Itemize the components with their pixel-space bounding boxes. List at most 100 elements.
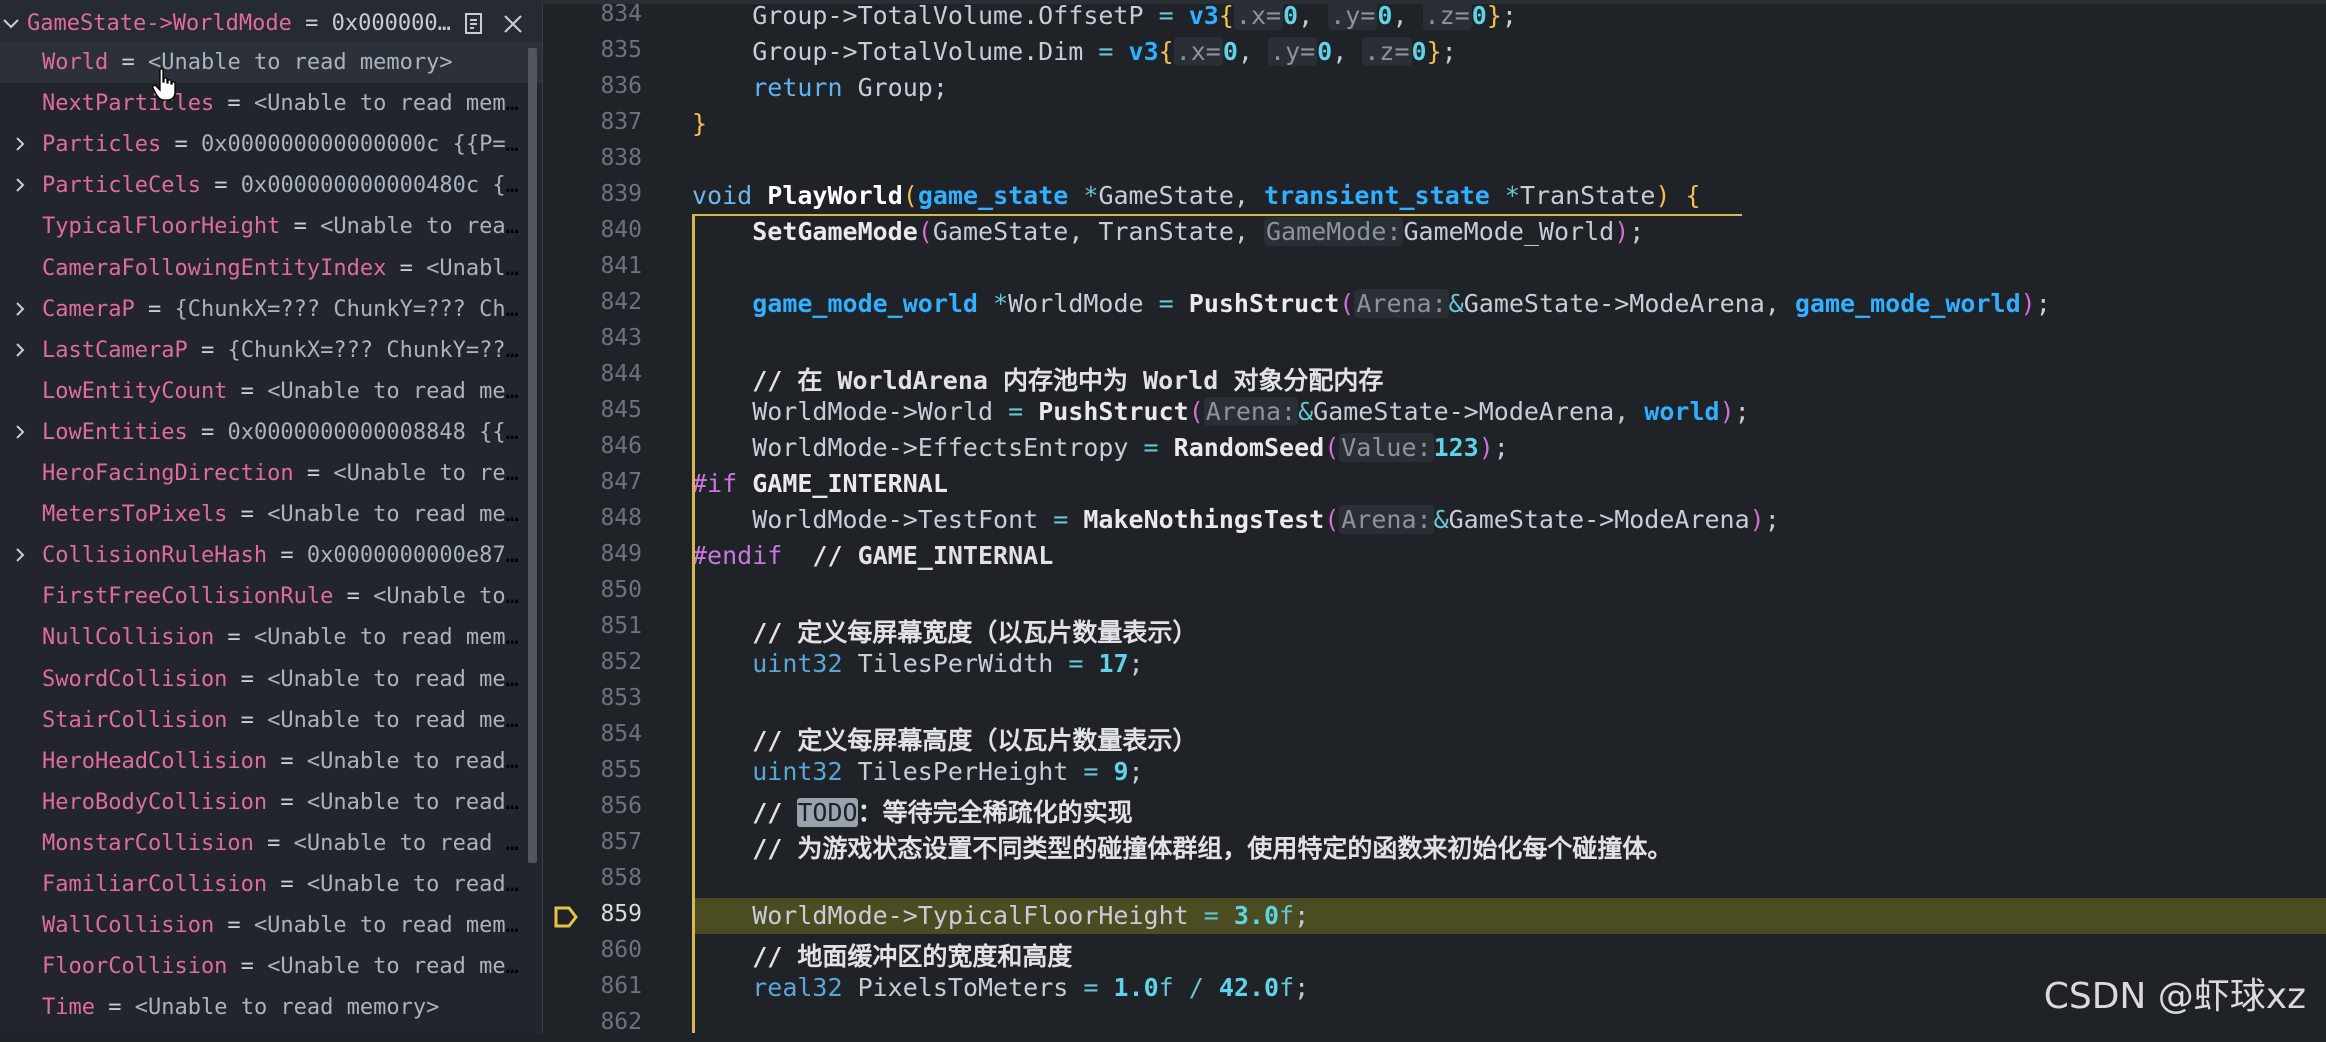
code-token: ): [1478, 433, 1494, 462]
line-number[interactable]: 843: [542, 325, 642, 351]
line-number[interactable]: 844: [542, 361, 642, 387]
code-line[interactable]: 858: [542, 862, 2326, 898]
code-line[interactable]: 842 game_mode_world *WorldMode = PushStr…: [542, 286, 2326, 322]
code-line[interactable]: 853: [542, 682, 2326, 718]
code-editor[interactable]: 834 Group->TotalVolume.OffsetP = v3{.x=0…: [542, 0, 2326, 1035]
code-line[interactable]: 839 void PlayWorld(game_state *GameState,…: [542, 178, 2326, 214]
watch-item[interactable]: World = <Unable to read memory>: [0, 42, 542, 83]
watch-item[interactable]: CameraFollowingEntityIndex = <Unable…: [0, 248, 542, 289]
line-number[interactable]: 856: [542, 793, 642, 819]
code-line[interactable]: 854 // 定义每屏幕高度（以瓦片数量表示）: [542, 718, 2326, 755]
code-line[interactable]: 843: [542, 322, 2326, 358]
watch-item[interactable]: CameraP = {ChunkX=??? ChunkY=??? Chu…: [0, 289, 542, 330]
line-number[interactable]: 837: [542, 109, 642, 135]
code-line[interactable]: 841: [542, 250, 2326, 286]
chevron-right-icon[interactable]: [12, 424, 28, 440]
code-line[interactable]: 850: [542, 574, 2326, 610]
close-icon[interactable]: [502, 13, 524, 35]
code-line[interactable]: 844 // 在 WorldArena 内存池中为 World 对象分配内存: [542, 358, 2326, 395]
watch-item[interactable]: FirstFreeCollisionRule = <Unable to …: [0, 576, 542, 617]
watch-item[interactable]: NullCollision = <Unable to read memo…: [0, 617, 542, 658]
code-line[interactable]: 834 Group->TotalVolume.OffsetP = v3{.x=0…: [542, 0, 2326, 34]
code-line[interactable]: 845 WorldMode->World = PushStruct(Arena:…: [542, 394, 2326, 430]
line-number[interactable]: 861: [542, 973, 642, 999]
code-line[interactable]: 849 #endif // GAME_INTERNAL: [542, 538, 2326, 574]
code-token: // 在 WorldArena 内存池中为 World 对象分配内存: [692, 366, 1384, 395]
line-number[interactable]: 838: [542, 145, 642, 171]
copy-value-icon[interactable]: [462, 12, 486, 36]
watch-item[interactable]: SwordCollision = <Unable to read mem…: [0, 659, 542, 700]
line-number[interactable]: 850: [542, 577, 642, 603]
watch-item[interactable]: WallCollision = <Unable to read memo…: [0, 905, 542, 946]
watch-item-value: 0x0000000000e877…: [306, 543, 532, 569]
watch-item[interactable]: LowEntityCount = <Unable to read mem…: [0, 371, 542, 412]
code-line[interactable]: 838: [542, 142, 2326, 178]
line-number[interactable]: 839: [542, 181, 642, 207]
code-line[interactable]: 852 uint32 TilesPerWidth = 17;: [542, 646, 2326, 682]
watch-item[interactable]: HeroHeadCollision = <Unable to read …: [0, 741, 542, 782]
chevron-right-icon[interactable]: [12, 301, 28, 317]
chevron-right-icon[interactable]: [12, 136, 28, 152]
watch-item[interactable]: TypicalFloorHeight = <Unable to read…: [0, 206, 542, 247]
code-line[interactable]: 846 WorldMode->EffectsEntropy = RandomSe…: [542, 430, 2326, 466]
watch-expression[interactable]: GameState->WorldMode = 0x000000…: [27, 11, 457, 36]
line-number[interactable]: 855: [542, 757, 642, 783]
watch-item[interactable]: LowEntities = 0x0000000000008848 {{S…: [0, 412, 542, 453]
line-number[interactable]: 836: [542, 73, 642, 99]
watch-item[interactable]: MonstarCollision = <Unable to read m…: [0, 823, 542, 864]
watch-item[interactable]: CollisionRuleHash = 0x0000000000e877…: [0, 535, 542, 576]
line-number[interactable]: 860: [542, 937, 642, 963]
code-line[interactable]: 855 uint32 TilesPerHeight = 9;: [542, 754, 2326, 790]
chevron-right-icon[interactable]: [12, 547, 28, 563]
line-number[interactable]: 842: [542, 289, 642, 315]
watch-item[interactable]: LastCameraP = {ChunkX=??? ChunkY=???…: [0, 330, 542, 371]
code-line[interactable]: 851 // 定义每屏幕宽度（以瓦片数量表示）: [542, 610, 2326, 647]
line-number[interactable]: 852: [542, 649, 642, 675]
line-number[interactable]: 858: [542, 865, 642, 891]
line-number[interactable]: 849: [542, 541, 642, 567]
watch-item[interactable]: HeroFacingDirection = <Unable to rea…: [0, 453, 542, 494]
line-number[interactable]: 845: [542, 397, 642, 423]
line-number[interactable]: 840: [542, 217, 642, 243]
watch-item[interactable]: MetersToPixels = <Unable to read mem…: [0, 494, 542, 535]
watch-header[interactable]: GameState->WorldMode = 0x000000…: [0, 0, 542, 48]
line-number[interactable]: 841: [542, 253, 642, 279]
line-number[interactable]: 857: [542, 829, 642, 855]
watch-item[interactable]: FamiliarCollision = <Unable to read …: [0, 864, 542, 905]
panel-divider[interactable]: [542, 0, 543, 1033]
code-line[interactable]: 860 // 地面缓冲区的宽度和高度: [542, 934, 2326, 971]
code-line[interactable]: 837}: [542, 106, 2326, 142]
code-line[interactable]: 836 return Group;: [542, 70, 2326, 106]
line-number[interactable]: 853: [542, 685, 642, 711]
code-line[interactable]: 835 Group->TotalVolume.Dim = v3{.x=0, .y…: [542, 34, 2326, 70]
watch-item[interactable]: NextParticles = <Unable to read memo…: [0, 83, 542, 124]
watch-scrollbar[interactable]: [528, 48, 537, 863]
chevron-right-icon[interactable]: [12, 177, 28, 193]
code-token: GameState, TranState,: [932, 217, 1264, 246]
watch-item[interactable]: HeroBodyCollision = <Unable to read …: [0, 782, 542, 823]
watch-item[interactable]: Time = <Unable to read memory>: [0, 987, 542, 1028]
line-number[interactable]: 846: [542, 433, 642, 459]
line-number[interactable]: 834: [542, 1, 642, 27]
chevron-right-icon[interactable]: [12, 342, 28, 358]
watch-item[interactable]: ParticleCels = 0x000000000000480c {0…: [0, 165, 542, 206]
line-number[interactable]: 862: [542, 1009, 642, 1035]
code-line[interactable]: 848 WorldMode->TestFont = MakeNothingsTe…: [542, 502, 2326, 538]
current-line[interactable]: 859 WorldMode->TypicalFloorHeight = 3.0f…: [542, 898, 2326, 934]
line-number[interactable]: 854: [542, 721, 642, 747]
line-number[interactable]: 851: [542, 613, 642, 639]
code-line[interactable]: 856 // TODO：等待完全稀疏化的实现: [542, 790, 2326, 827]
code-token: =: [1158, 1, 1174, 30]
watch-item[interactable]: FloorCollision = <Unable to read mem…: [0, 946, 542, 987]
line-number[interactable]: 848: [542, 505, 642, 531]
watch-item[interactable]: Particles = 0x000000000000000c {{P={…: [0, 124, 542, 165]
line-number[interactable]: 847: [542, 469, 642, 495]
code-line[interactable]: 847 #if GAME_INTERNAL: [542, 466, 2326, 502]
watch-item[interactable]: StairCollision = <Unable to read mem…: [0, 700, 542, 741]
code-line[interactable]: 857 // 为游戏状态设置不同类型的碰撞体群组，使用特定的函数来初始化每个碰撞…: [542, 826, 2326, 863]
code-line[interactable]: 840 SetGameMode(GameState, TranState, Ga…: [542, 214, 2326, 250]
line-number[interactable]: 835: [542, 37, 642, 63]
scope-guide: [692, 214, 695, 1033]
line-number[interactable]: 859: [542, 901, 642, 927]
chevron-down-icon[interactable]: [0, 12, 22, 34]
